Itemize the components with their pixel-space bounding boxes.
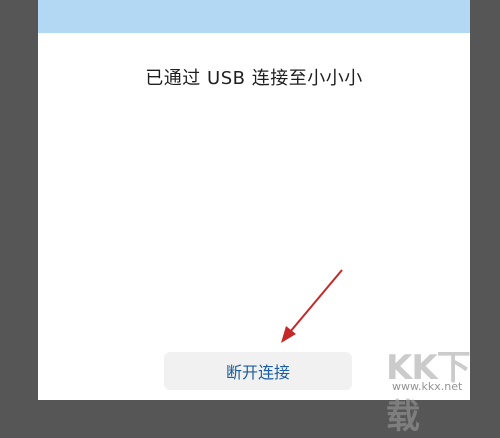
dialog-header-band: [38, 0, 470, 33]
backdrop-right: [470, 0, 500, 400]
usb-connection-dialog: 已通过 USB 连接至小小小 断开连接: [38, 0, 470, 400]
backdrop-left: [0, 0, 38, 400]
connection-message: 已通过 USB 连接至小小小: [145, 68, 363, 89]
disconnect-button[interactable]: 断开连接: [164, 352, 352, 390]
